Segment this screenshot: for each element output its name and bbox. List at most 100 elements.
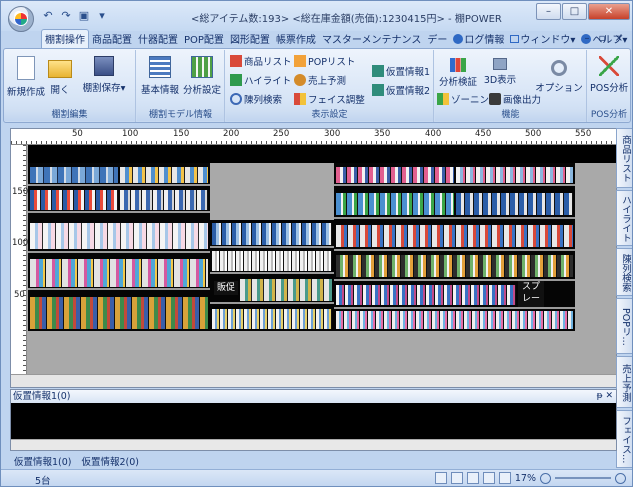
- tab-log-label: ログ情報: [464, 35, 505, 46]
- tab-master-maintenance[interactable]: マスターメンテナンス: [319, 30, 424, 48]
- save-shelf-label: 棚割保存: [82, 83, 121, 94]
- tab-fixture-placement[interactable]: 什器配置: [135, 30, 181, 48]
- pop-list-icon: [294, 55, 306, 67]
- product-group[interactable]: [30, 167, 118, 183]
- analysis-settings-button[interactable]: 分析設定: [182, 52, 222, 96]
- minimize-button[interactable]: –: [536, 3, 561, 20]
- product-group[interactable]: [240, 279, 332, 301]
- horizontal-ruler: 50 100 150 200 250 300 350 400 450 500 5…: [11, 129, 616, 145]
- ruler-label: 450: [475, 129, 492, 139]
- product-group[interactable]: [336, 225, 573, 247]
- side-tab-product-list[interactable]: 商品リスト: [616, 128, 632, 188]
- product-group[interactable]: [456, 193, 573, 215]
- face-adjust-button[interactable]: フェイス調整: [294, 92, 365, 106]
- tab-report[interactable]: 帳票作成: [273, 30, 319, 48]
- promo-tag[interactable]: 販促: [214, 281, 238, 295]
- panel-pin-close[interactable]: ᵽ ✕: [597, 390, 613, 403]
- side-tab-face-adjust[interactable]: フェイス…: [616, 410, 632, 468]
- product-group[interactable]: [30, 223, 208, 249]
- zoom-slider[interactable]: [555, 477, 611, 479]
- search-icon: [230, 93, 242, 105]
- virtual-info1-button[interactable]: 仮置情報1: [372, 64, 430, 78]
- product-group[interactable]: [120, 190, 208, 210]
- tab-pop-placement[interactable]: POP配置: [181, 30, 227, 48]
- product-group[interactable]: [456, 167, 573, 183]
- new-button[interactable]: 新規作成: [7, 52, 45, 98]
- fit-icon[interactable]: [498, 472, 511, 484]
- quick-access-toolbar: ↶ ↷ ▣ ▾: [41, 8, 109, 24]
- display-search-button[interactable]: 陳列検索: [230, 92, 282, 106]
- product-group[interactable]: [212, 223, 332, 245]
- product-list-button[interactable]: 商品リスト: [230, 54, 292, 68]
- ribbon: 新規作成 開く 棚割保存▾ 棚割編集 基本情報 分析設定 棚割モデル情報 商品リ…: [3, 48, 631, 123]
- side-tab-pop-list[interactable]: POPリ…: [616, 298, 632, 354]
- basic-info-button[interactable]: 基本情報: [140, 52, 180, 96]
- virtual-info2-button[interactable]: 仮置情報2: [372, 83, 430, 97]
- tab-shape-placement[interactable]: 図形配置: [227, 30, 273, 48]
- pop-list-button[interactable]: POPリスト: [294, 54, 355, 68]
- app-logo-icon: [14, 12, 28, 26]
- product-group[interactable]: [336, 255, 573, 277]
- ruler-label: 150: [12, 187, 29, 197]
- panel-tab-virtual2[interactable]: 仮置情報2(0): [82, 454, 140, 468]
- window-controls: – □ ✕: [536, 3, 630, 20]
- tab-product-placement[interactable]: 商品配置: [89, 30, 135, 48]
- product-group[interactable]: [336, 167, 454, 183]
- view-3d-label: 3D表示: [483, 75, 517, 86]
- redo-icon[interactable]: ↷: [59, 9, 73, 23]
- product-group[interactable]: [120, 167, 208, 183]
- product-group[interactable]: [336, 285, 516, 305]
- panel-scrollbar[interactable]: [11, 439, 616, 450]
- image-output-button[interactable]: 画像出力: [489, 92, 541, 106]
- planogram-stage[interactable]: 販促 スプ レー: [28, 145, 616, 375]
- option-button[interactable]: オプション: [535, 52, 583, 94]
- shelf-line: [28, 184, 210, 186]
- panel-tabs: 仮置情報1(0) 仮置情報2(0): [10, 452, 139, 469]
- save-shelf-button[interactable]: 棚割保存▾: [76, 52, 132, 94]
- maximize-button[interactable]: □: [562, 3, 587, 20]
- pos-analysis-button[interactable]: POS分析: [590, 52, 628, 94]
- group-label-model: 棚割モデル情報: [137, 109, 224, 121]
- product-group[interactable]: [30, 259, 208, 287]
- product-group[interactable]: [212, 251, 332, 271]
- pencil-icon[interactable]: [434, 472, 447, 484]
- product-group[interactable]: [30, 297, 208, 329]
- promo-tag[interactable]: スプ レー: [518, 281, 544, 307]
- save-icon[interactable]: ▣: [77, 9, 91, 23]
- horizontal-scrollbar[interactable]: [11, 374, 616, 387]
- ruler-label: 250: [273, 129, 290, 139]
- panel-tab-virtual1[interactable]: 仮置情報1(0): [14, 454, 72, 468]
- view-3d-button[interactable]: 3D表示: [483, 52, 517, 86]
- planogram-view[interactable]: 50 100 150 200 250 300 350 400 450 500 5…: [10, 128, 617, 388]
- open-button[interactable]: 開く: [48, 52, 72, 96]
- virtual-info1-icon: [372, 65, 384, 77]
- side-tab-sales-forecast[interactable]: 売上予測: [616, 356, 632, 408]
- side-tab-display-search[interactable]: 陳列検索: [616, 248, 632, 296]
- tab-window[interactable]: ウィンドウ▾: [507, 30, 578, 48]
- grid-icon[interactable]: [450, 472, 463, 484]
- zoom-out-icon[interactable]: [540, 472, 551, 484]
- virtual-info2-label: 仮置情報2: [386, 86, 431, 97]
- mdi-controls[interactable]: – ▫ ×: [584, 33, 626, 44]
- layout-icon[interactable]: [466, 472, 479, 484]
- analysis-verify-button[interactable]: 分析検証: [437, 52, 479, 88]
- qat-dropdown-icon[interactable]: ▾: [95, 9, 109, 23]
- tab-data[interactable]: デー: [424, 30, 450, 48]
- zoom-in-icon[interactable]: [615, 472, 626, 484]
- page-icon[interactable]: [482, 472, 495, 484]
- close-button[interactable]: ✕: [588, 3, 630, 20]
- product-group[interactable]: [30, 190, 118, 210]
- panel-title: 仮置情報1(0): [13, 391, 71, 402]
- sales-forecast-button[interactable]: 売上予測: [294, 73, 346, 87]
- tab-shelf-operation[interactable]: 棚割操作: [41, 29, 89, 48]
- highlight-button[interactable]: ハイライト: [230, 73, 291, 87]
- product-group[interactable]: [336, 311, 573, 329]
- side-tab-highlight[interactable]: ハイライト: [616, 190, 632, 246]
- product-group[interactable]: [336, 193, 454, 215]
- undo-icon[interactable]: ↶: [41, 9, 55, 23]
- virtual-info1-label: 仮置情報1: [386, 67, 431, 78]
- app-menu-button[interactable]: [8, 6, 34, 32]
- product-group[interactable]: [212, 309, 332, 329]
- ruler-label: 550: [575, 129, 592, 139]
- tab-log[interactable]: ログ情報: [450, 30, 507, 48]
